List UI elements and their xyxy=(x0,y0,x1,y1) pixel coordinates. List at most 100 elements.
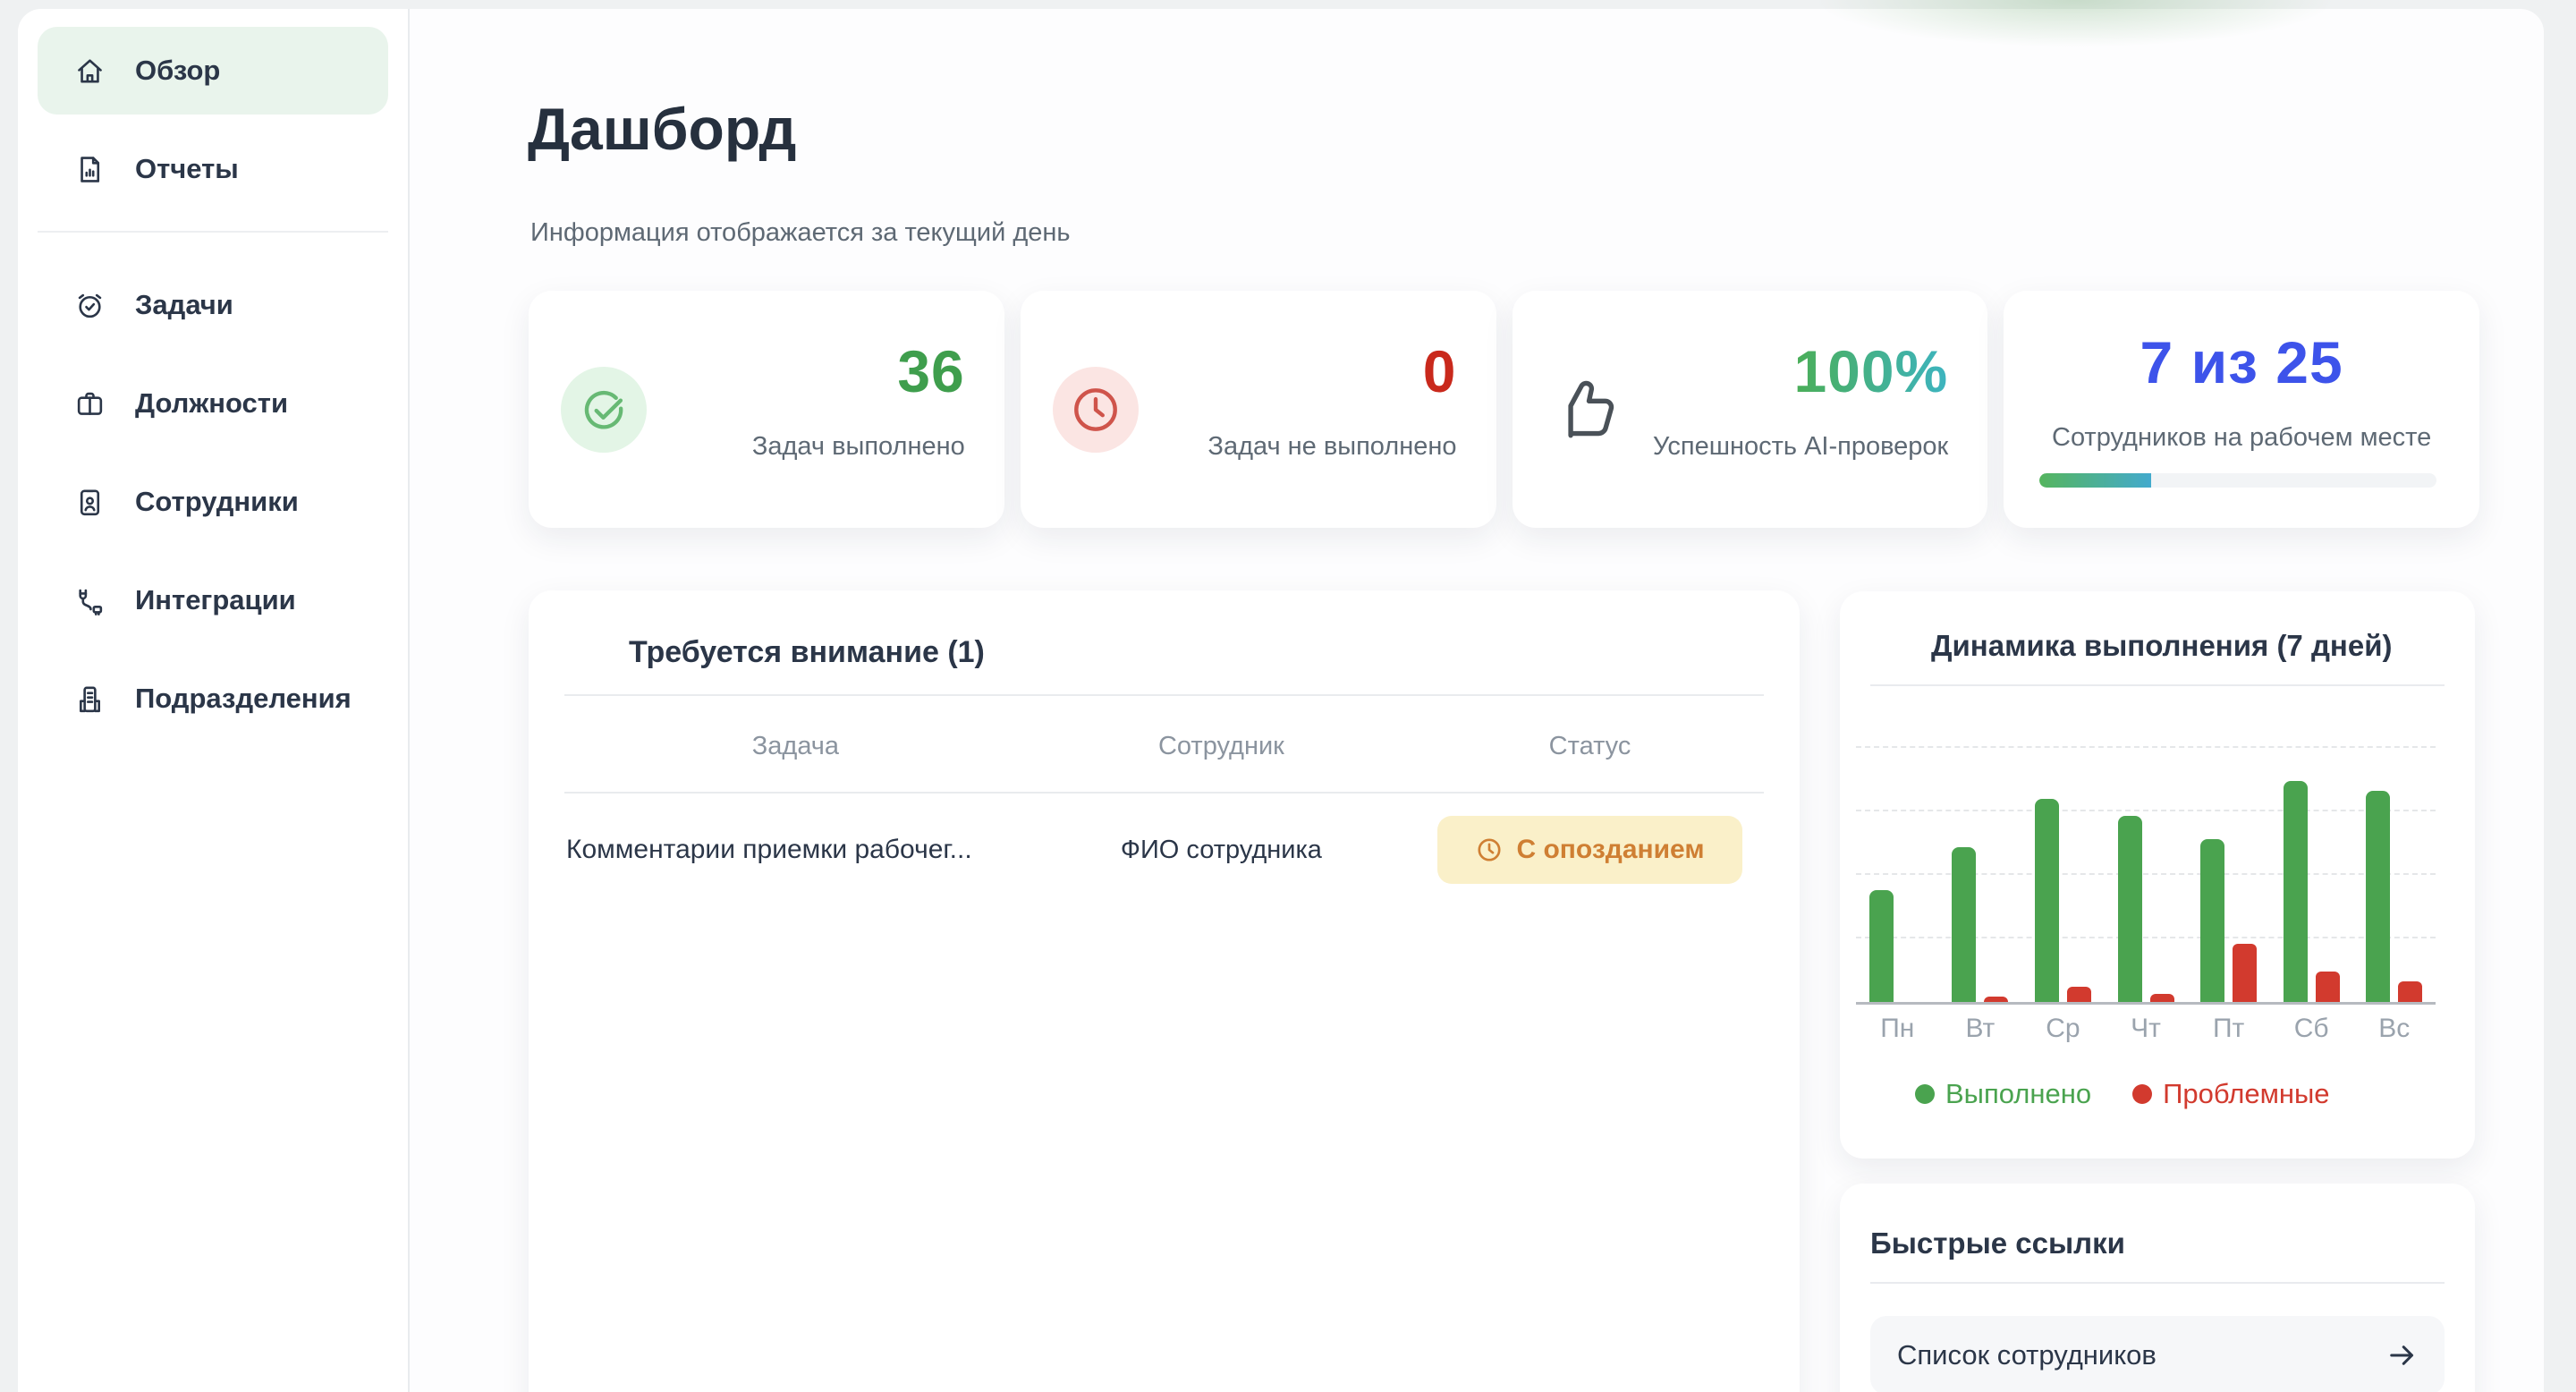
bar-Проблемные-Сб xyxy=(2316,972,2340,1002)
legend-label: Выполнено xyxy=(1945,1078,2091,1110)
app-window: Обзор Отчеты Задачи Должности Сотрудники Инт… xyxy=(0,0,2576,1392)
stat-value: 36 xyxy=(897,337,964,405)
bar-Выполнено-Вс xyxy=(2366,791,2390,1002)
status-badge: С опозданием xyxy=(1437,816,1741,884)
attention-table-body: Комментарии приемки рабочег...ФИО сотруд… xyxy=(529,797,1800,903)
dynamics-card-header: Динамика выполнения (7 дней) xyxy=(1840,591,2475,684)
x-label-Ср: Ср xyxy=(2021,1014,2105,1044)
bar-Выполнено-Ср xyxy=(2035,799,2059,1002)
check-circle-icon xyxy=(576,382,631,437)
attention-table-divider xyxy=(564,792,1764,794)
chart-slot-Ср xyxy=(2021,726,2105,1002)
sidebar-group-management: Задачи Должности Сотрудники Интеграции Подра… xyxy=(18,261,408,743)
trend-up-icon xyxy=(1870,627,1908,665)
thumbs-up-icon xyxy=(1548,371,1625,448)
legend-dot xyxy=(2132,1084,2152,1104)
stat-label: Сотрудников на рабочем месте xyxy=(2004,423,2479,453)
warning-icon xyxy=(564,632,606,673)
employee-cell: ФИО сотрудника xyxy=(1063,836,1380,865)
sidebar-group-main: Обзор Отчеты xyxy=(18,27,408,213)
quick-link-label: Список сотрудников xyxy=(1897,1339,2157,1371)
bar-chart-legend: ВыполненоПроблемные xyxy=(1915,1078,2330,1110)
app-panel: Обзор Отчеты Задачи Должности Сотрудники Инт… xyxy=(18,9,2544,1392)
chart-slot-Пт xyxy=(2187,726,2270,1002)
attention-card-header: Требуется внимание (1) xyxy=(529,590,1800,694)
chart-slot-Чт xyxy=(2105,726,2188,1002)
quick-links-divider xyxy=(1870,1282,2445,1284)
bar-Проблемные-Ср xyxy=(2067,987,2091,1002)
attention-table-row[interactable]: Комментарии приемки рабочег...ФИО сотруд… xyxy=(529,797,1800,903)
clock-icon xyxy=(1068,382,1123,437)
x-label-Вс: Вс xyxy=(2352,1014,2436,1044)
stat-label: Задач выполнено xyxy=(752,432,965,462)
sidebar-item-label: Подразделения xyxy=(135,683,352,715)
tasks-icon xyxy=(73,289,106,322)
bar-chart-plot xyxy=(1856,726,2436,1005)
attention-card-title: Требуется внимание (1) xyxy=(629,635,985,670)
home-icon xyxy=(73,55,106,88)
chart-slot-Вс xyxy=(2352,726,2436,1002)
attention-col-0: Задача xyxy=(529,732,1063,761)
stat-card-ai-success: 100% Успешность AI-проверок xyxy=(1513,291,1988,528)
stat-value: 0 xyxy=(1423,337,1457,405)
x-label-Вт: Вт xyxy=(1939,1014,2022,1044)
dynamics-card: Динамика выполнения (7 дней) ПнВтСрЧтПтС… xyxy=(1840,591,2475,1159)
quick-link-employee-list[interactable]: Список сотрудников xyxy=(1870,1316,2445,1392)
x-label-Сб: Сб xyxy=(2270,1014,2353,1044)
attention-col-1: Сотрудник xyxy=(1063,732,1380,761)
sidebar-divider xyxy=(38,231,388,233)
attention-card: Требуется внимание (1) ЗадачаСотрудникСт… xyxy=(529,590,1800,1392)
sidebar-item-label: Отчеты xyxy=(135,153,239,185)
sidebar-item-positions[interactable]: Должности xyxy=(38,360,388,447)
sidebar-item-reports[interactable]: Отчеты xyxy=(38,125,388,213)
sidebar-item-label: Должности xyxy=(135,387,288,420)
sidebar-item-label: Обзор xyxy=(135,55,220,87)
clock-icon xyxy=(1475,836,1504,864)
stat-label: Задач не выполнено xyxy=(1208,432,1456,462)
sidebar-item-overview[interactable]: Обзор xyxy=(38,27,388,115)
chart-slot-Сб xyxy=(2270,726,2353,1002)
sidebar-item-label: Сотрудники xyxy=(135,486,299,518)
integrations-icon xyxy=(73,584,106,617)
sidebar-item-employees[interactable]: Сотрудники xyxy=(38,458,388,546)
bar-Выполнено-Сб xyxy=(2284,781,2308,1002)
stat-label: Успешность AI-проверок xyxy=(1653,432,1948,462)
stat-value: 7 из 25 xyxy=(2004,328,2479,396)
stat-card-tasks-failed: 0 Задач не выполнено xyxy=(1021,291,1496,528)
bar-chart-x-labels: ПнВтСрЧтПтСбВс xyxy=(1856,1014,2436,1044)
bar-Выполнено-Чт xyxy=(2118,816,2142,1002)
chart-slot-Вт xyxy=(1939,726,2022,1002)
dynamics-card-title: Динамика выполнения (7 дней) xyxy=(1931,629,2392,663)
x-label-Пн: Пн xyxy=(1856,1014,1939,1044)
on-site-progress-bar xyxy=(2039,473,2436,488)
stat-card-tasks-done: 36 Задач выполнено xyxy=(529,291,1004,528)
stat-card-on-site: 7 из 25 Сотрудников на рабочем месте xyxy=(2004,291,2479,528)
status-cell: С опозданием xyxy=(1380,816,1800,884)
attention-table-header: ЗадачаСотрудникСтатус xyxy=(529,732,1800,792)
sidebar-item-tasks[interactable]: Задачи xyxy=(38,261,388,349)
status-badge-label: С опозданием xyxy=(1516,835,1704,865)
report-icon xyxy=(73,153,106,186)
x-label-Пт: Пт xyxy=(2187,1014,2270,1044)
bar-Проблемные-Чт xyxy=(2150,994,2174,1002)
departments-icon xyxy=(73,683,106,716)
quick-links-title: Быстрые ссылки xyxy=(1870,1226,2125,1260)
stat-value: 100% xyxy=(1793,337,1948,405)
attention-header-divider xyxy=(564,694,1764,696)
legend-item-0: Выполнено xyxy=(1915,1078,2091,1110)
attention-col-2: Статус xyxy=(1380,732,1800,761)
bar-Выполнено-Пн xyxy=(1869,890,1894,1002)
stat-icon-circle xyxy=(561,367,647,453)
chart-slot-Пн xyxy=(1856,726,1939,1002)
stat-icon-circle xyxy=(1053,367,1139,453)
sidebar-item-label: Интеграции xyxy=(135,584,296,616)
bar-Выполнено-Пт xyxy=(2200,839,2224,1002)
page-subtitle: Информация отображается за текущий день xyxy=(530,218,1071,248)
quick-links-list: Список сотрудников xyxy=(1840,1316,2475,1392)
sidebar: Обзор Отчеты Задачи Должности Сотрудники Инт… xyxy=(18,9,410,1392)
sidebar-item-departments[interactable]: Подразделения xyxy=(38,655,388,743)
sidebar-item-integrations[interactable]: Интеграции xyxy=(38,556,388,644)
bar-Проблемные-Пт xyxy=(2233,944,2257,1002)
quick-links-card: Быстрые ссылки Список сотрудников xyxy=(1840,1184,2475,1392)
bar-Проблемные-Вс xyxy=(2398,981,2422,1002)
